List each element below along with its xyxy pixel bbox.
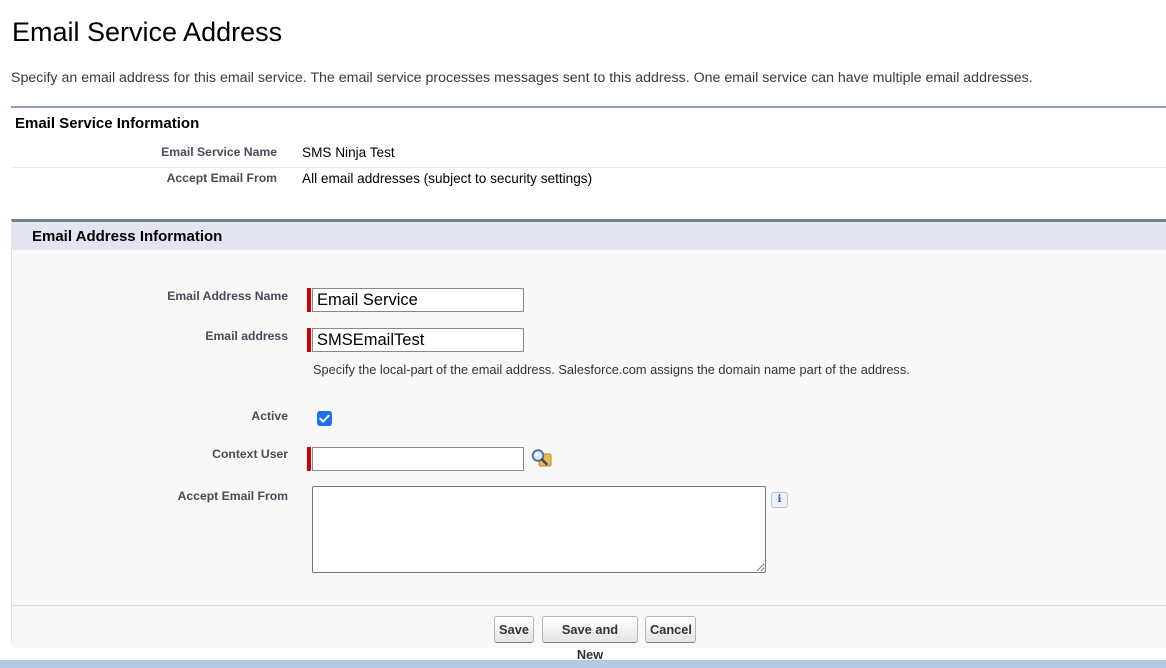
save-and-new-button[interactable]: Save and New [542, 616, 638, 662]
detail-label: Email Service Name [161, 145, 277, 159]
detail-value: SMS Ninja Test [302, 145, 395, 160]
button-bar: Save Save and New Cancel [12, 605, 1166, 662]
email-address-information-panel: Email Address Information Email Address … [11, 219, 1166, 662]
detail-label: Accept Email From [166, 171, 277, 185]
detail-value: All email addresses (subject to security… [302, 171, 593, 186]
footer-strip [0, 660, 1166, 668]
email-service-information-section: Email Service Information Email Service … [11, 106, 1166, 186]
email-address-input[interactable] [312, 328, 524, 352]
required-indicator [307, 288, 311, 312]
email-address-label: Email address [205, 329, 288, 343]
info-icon[interactable]: i [771, 492, 788, 508]
email-address-name-label: Email Address Name [167, 289, 288, 303]
email-address-name-input[interactable] [312, 288, 524, 312]
accept-email-from-label: Accept Email From [177, 489, 288, 503]
checkmark-icon [319, 414, 330, 423]
section-header: Email Address Information [32, 228, 223, 245]
required-indicator [307, 328, 311, 352]
cancel-button[interactable]: Cancel [645, 616, 696, 643]
email-address-help-text: Specify the local-part of the email addr… [313, 362, 910, 377]
page-description: Specify an email address for this email … [11, 70, 1033, 86]
page: Email Service Address Specify an email a… [0, 0, 1166, 668]
required-indicator [307, 447, 311, 471]
accept-email-from-textarea[interactable] [312, 486, 766, 573]
active-checkbox[interactable] [317, 411, 332, 426]
page-title: Email Service Address [12, 17, 283, 47]
lookup-magnifier-icon[interactable] [530, 448, 552, 468]
detail-row-email-service-name: Email Service Name SMS Ninja Test [11, 142, 1166, 168]
active-label: Active [251, 409, 288, 423]
context-user-input[interactable] [312, 447, 524, 471]
section-header-bar: Email Address Information [12, 222, 1166, 250]
detail-row-accept-email-from: Accept Email From All email addresses (s… [11, 168, 1166, 193]
context-user-label: Context User [212, 447, 288, 461]
save-button[interactable]: Save [494, 616, 534, 643]
section-header: Email Service Information [15, 115, 200, 132]
